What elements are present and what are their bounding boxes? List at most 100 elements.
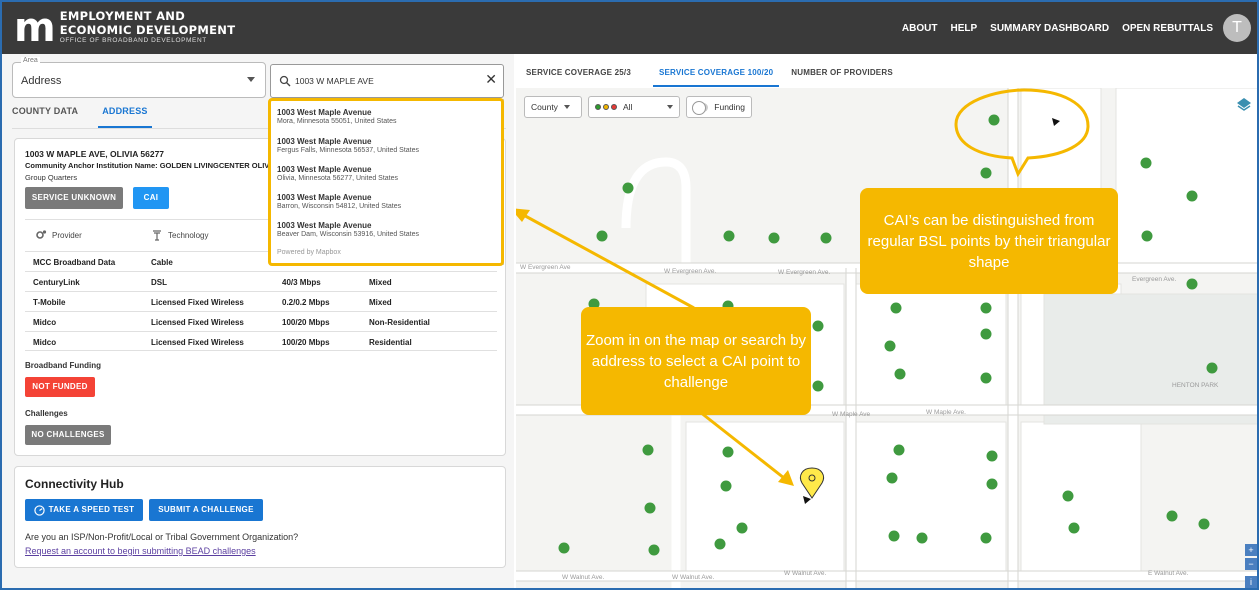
tab-address[interactable]: ADDRESS	[98, 106, 152, 128]
avatar[interactable]: T	[1223, 14, 1251, 42]
dropdown-highlight	[268, 98, 504, 266]
logo-mark: m	[14, 5, 56, 51]
bsl-point-marker[interactable]	[888, 530, 900, 542]
chevron-down-icon	[667, 105, 673, 109]
cell-speed: 40/3 Mbps	[282, 278, 321, 287]
provider-header: Provider	[35, 229, 82, 241]
tab-county-data[interactable]: COUNTY DATA	[12, 106, 78, 128]
callout-zoom-search: Zoom in on the map or search by address …	[581, 307, 811, 415]
bsl-point-marker[interactable]	[642, 444, 654, 456]
street-label: W Evergreen Ave.	[778, 269, 831, 276]
info-icon[interactable]: i	[1245, 576, 1257, 588]
nav-help[interactable]: HELP	[950, 23, 977, 34]
bsl-point-marker[interactable]	[916, 532, 928, 544]
nav-about[interactable]: ABOUT	[902, 23, 938, 34]
tab-number-of-providers[interactable]: NUMBER OF PROVIDERS	[791, 68, 903, 87]
bsl-point-marker[interactable]	[820, 232, 832, 244]
bsl-point-marker[interactable]	[720, 480, 732, 492]
bsl-point-marker[interactable]	[736, 522, 748, 534]
bsl-point-marker[interactable]	[884, 340, 896, 352]
bsl-point-marker[interactable]	[980, 302, 992, 314]
toggle-icon	[691, 100, 709, 115]
connectivity-hub-card: Connectivity Hub TAKE A SPEED TEST SUBMI…	[14, 466, 506, 568]
nav-summary-dashboard[interactable]: SUMMARY DASHBOARD	[990, 23, 1109, 34]
no-challenges-button[interactable]: NO CHALLENGES	[25, 425, 111, 445]
bsl-point-marker[interactable]	[1140, 157, 1152, 169]
bsl-point-marker[interactable]	[722, 446, 734, 458]
tab-coverage-100-20[interactable]: SERVICE COVERAGE 100/20	[652, 68, 780, 87]
bsl-point-marker[interactable]	[1068, 522, 1080, 534]
bsl-point-marker[interactable]	[812, 380, 824, 392]
chevron-down-icon	[563, 105, 570, 109]
bsl-point-marker[interactable]	[986, 478, 998, 490]
funding-label: Broadband Funding	[25, 361, 101, 370]
bsl-point-marker[interactable]	[1186, 190, 1198, 202]
bsl-point-marker[interactable]	[980, 372, 992, 384]
bsl-point-marker[interactable]	[980, 328, 992, 340]
zoom-out-button[interactable]: −	[1245, 558, 1257, 570]
county-filter-label: County	[531, 102, 558, 112]
street-label: W Walnut Ave.	[562, 574, 605, 581]
address-search[interactable]: 1003 W MAPLE AVE ✕	[270, 64, 504, 98]
speed-test-button[interactable]: TAKE A SPEED TEST	[25, 499, 143, 521]
street-label: W Maple Ave	[832, 411, 871, 418]
nav-open-rebuttals[interactable]: OPEN REBUTTALS	[1122, 23, 1213, 34]
location-type: Group Quarters	[25, 173, 78, 182]
layers-icon[interactable]	[1235, 96, 1253, 114]
area-select[interactable]: Area Address	[12, 57, 266, 98]
bsl-point-marker[interactable]	[1206, 362, 1218, 374]
speed-test-label: TAKE A SPEED TEST	[48, 505, 135, 514]
bsl-point-marker[interactable]	[1198, 518, 1210, 530]
bsl-point-marker[interactable]	[893, 444, 905, 456]
logo[interactable]: m EMPLOYMENT AND ECONOMIC DEVELOPMENT OF…	[14, 8, 235, 48]
bsl-point-marker[interactable]	[812, 320, 824, 332]
bsl-point-marker[interactable]	[558, 542, 570, 554]
funding-toggle[interactable]: Funding	[686, 96, 752, 118]
bsl-point-marker[interactable]	[1062, 490, 1074, 502]
logo-line2: ECONOMIC DEVELOPMENT	[59, 22, 236, 37]
bsl-point-marker[interactable]	[986, 450, 998, 462]
bsl-point-marker[interactable]	[894, 368, 906, 380]
bsl-point-marker[interactable]	[648, 544, 660, 556]
bsl-point-marker[interactable]	[980, 167, 992, 179]
bsl-point-marker[interactable]	[622, 182, 634, 194]
bsl-point-marker[interactable]	[886, 472, 898, 484]
funding-toggle-label: Funding	[714, 102, 745, 112]
gear-icon	[36, 230, 47, 239]
submit-challenge-button[interactable]: SUBMIT A CHALLENGE	[149, 499, 263, 521]
zoom-controls: + − i	[1245, 542, 1257, 588]
status-dot-yellow-icon	[603, 104, 609, 110]
bsl-point-marker[interactable]	[768, 232, 780, 244]
status-filter[interactable]: All	[588, 96, 680, 118]
technology-header-label: Technology	[168, 230, 209, 240]
bsl-point-marker[interactable]	[714, 538, 726, 550]
cell-provider: T-Mobile	[33, 298, 66, 307]
tab-coverage-25-3[interactable]: SERVICE COVERAGE 25/3	[526, 68, 641, 87]
top-nav: ABOUT HELP SUMMARY DASHBOARD OPEN REBUTT…	[902, 2, 1213, 54]
bsl-point-marker[interactable]	[596, 230, 608, 242]
service-unknown-button[interactable]: SERVICE UNKNOWN	[25, 187, 123, 209]
not-funded-button[interactable]: NOT FUNDED	[25, 377, 95, 397]
challenges-label: Challenges	[25, 409, 68, 418]
bsl-point-marker[interactable]	[723, 230, 735, 242]
county-filter[interactable]: County	[524, 96, 582, 118]
search-input[interactable]: 1003 W MAPLE AVE	[295, 76, 374, 86]
cell-technology: Cable	[151, 258, 173, 267]
bsl-point-marker[interactable]	[1186, 278, 1198, 290]
cell-speed: 0.2/0.2 Mbps	[282, 298, 330, 307]
bsl-point-marker[interactable]	[1141, 230, 1153, 242]
table-row: Midco Licensed Fixed Wireless 100/20 Mbp…	[25, 311, 497, 331]
bsl-point-marker[interactable]	[988, 114, 1000, 126]
cai-button[interactable]: CAI	[133, 187, 169, 209]
street-label: Evergreen Ave.	[1132, 276, 1177, 283]
request-account-link[interactable]: Request an account to begin submitting B…	[25, 546, 256, 556]
bsl-point-marker[interactable]	[890, 302, 902, 314]
cell-provider: MCC Broadband Data	[33, 258, 116, 267]
zoom-in-button[interactable]: +	[1245, 544, 1257, 556]
bsl-point-marker[interactable]	[644, 502, 656, 514]
close-icon[interactable]: ✕	[485, 71, 497, 88]
bsl-point-marker[interactable]	[1166, 510, 1178, 522]
cell-type: Non-Residential	[369, 318, 430, 327]
cell-type: Mixed	[369, 278, 392, 287]
bsl-point-marker[interactable]	[980, 532, 992, 544]
